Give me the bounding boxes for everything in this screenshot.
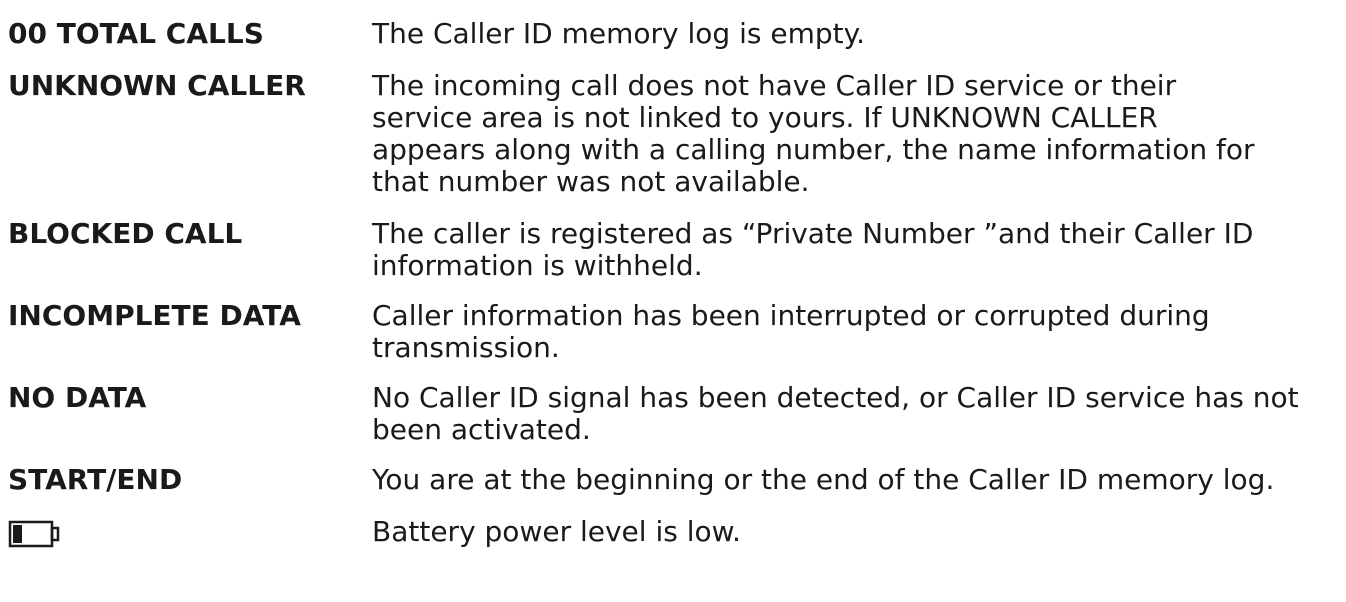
message-description: The Caller ID memory log is empty.	[372, 17, 866, 50]
message-description: Caller information has been interrupted …	[372, 299, 1210, 364]
message-term: INCOMPLETE DATA	[8, 299, 301, 332]
message-description: No Caller ID signal has been detected, o…	[372, 381, 1299, 446]
message-term: NO DATA	[8, 381, 147, 414]
message-description: Battery power level is low.	[372, 515, 741, 548]
message-description: You are at the beginning or the end of t…	[372, 463, 1275, 496]
message-term: 00 TOTAL CALLS	[8, 17, 264, 50]
battery-low-icon	[8, 520, 60, 548]
message-term: UNKNOWN CALLER	[8, 69, 306, 102]
message-term: BLOCKED CALL	[8, 217, 243, 250]
message-description: The incoming call does not have Caller I…	[372, 69, 1255, 198]
message-term: START/END	[8, 463, 183, 496]
message-description: The caller is registered as “Private Num…	[372, 217, 1254, 282]
